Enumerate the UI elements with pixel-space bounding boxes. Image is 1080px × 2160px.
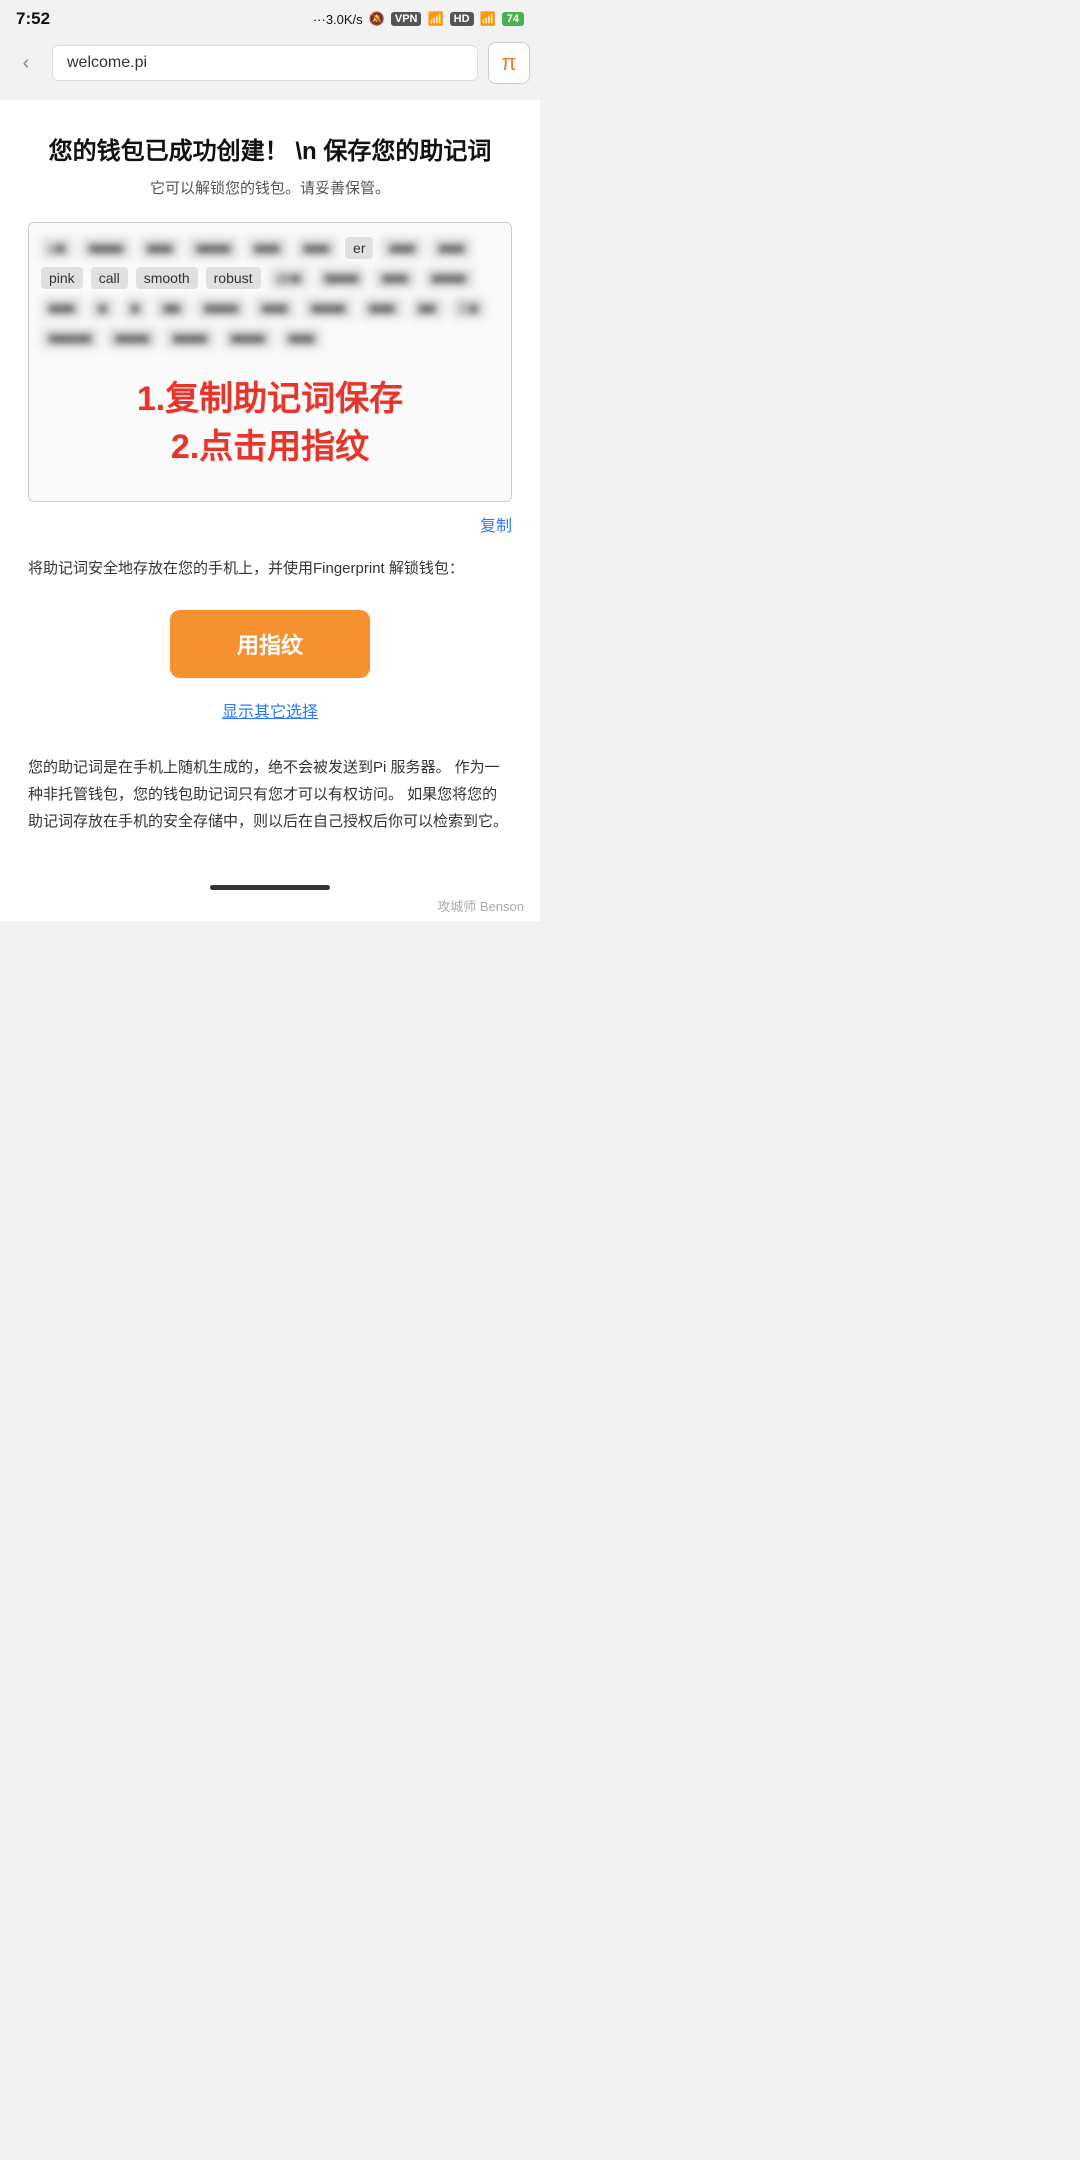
instruction-line-2: 2.点击用指纹	[39, 424, 501, 472]
mnemonic-word: ■■■■■	[41, 327, 99, 349]
page-title: 您的钱包已成功创建！ \n 保存您的助记词	[28, 136, 512, 167]
page-content: 您的钱包已成功创建！ \n 保存您的助记词 它可以解锁您的钱包。请妥善保管。 e…	[0, 100, 540, 875]
mnemonic-word: pink	[41, 267, 83, 289]
mnemonic-word: ■■■	[361, 297, 402, 319]
mute-icon: 🔕	[369, 11, 385, 27]
back-icon: ‹	[23, 52, 30, 75]
mnemonic-word: robust	[206, 267, 261, 289]
mnemonic-word: ■■■	[296, 237, 337, 259]
mnemonic-word: smooth	[136, 267, 198, 289]
copy-link[interactable]: 复制	[480, 518, 512, 535]
show-options-link-container: 显示其它选择	[28, 698, 512, 722]
mnemonic-word: e■	[41, 237, 73, 259]
mnemonic-word: ■■■	[246, 237, 287, 259]
mnemonic-word: de■	[269, 267, 309, 289]
status-right: ···3.0K/s 🔕 VPN 📶 HD 📶 74	[313, 11, 524, 27]
mnemonic-word: call	[91, 267, 128, 289]
status-time: 7:52	[16, 9, 50, 29]
mnemonic-word: C■	[452, 297, 487, 319]
battery-indicator: 74	[502, 12, 524, 26]
home-indicator	[210, 885, 330, 890]
mnemonic-word: ■■■	[374, 267, 415, 289]
mnemonic-word: ■■■■	[196, 297, 246, 319]
mnemonic-overlay: 1.复制助记词保存 2.点击用指纹	[29, 356, 511, 501]
page-subtitle: 它可以解锁您的钱包。请妥善保管。	[28, 177, 512, 198]
status-bar: 7:52 ···3.0K/s 🔕 VPN 📶 HD 📶 74	[0, 0, 540, 36]
mnemonic-word: ■	[90, 297, 114, 319]
fingerprint-button[interactable]: 用指纹	[170, 610, 370, 678]
address-bar: ‹ π	[0, 36, 540, 90]
mnemonic-word: ■■	[411, 297, 444, 319]
mnemonic-box[interactable]: e■■■■■■■■■■■■■■■■■■er■■■■■■pinkcallsmoot…	[28, 222, 512, 502]
vpn-badge: VPN	[391, 12, 422, 26]
show-options-link[interactable]: 显示其它选择	[222, 704, 318, 721]
mnemonic-word: er	[345, 237, 373, 259]
mnemonic-word: ■■■	[41, 297, 82, 319]
mnemonic-word: ■	[123, 297, 147, 319]
mnemonic-word: ■■■■	[81, 237, 131, 259]
pi-icon: π	[501, 50, 516, 76]
hd-badge: HD	[450, 12, 474, 26]
signal-bars-1: 📶	[427, 11, 443, 27]
mnemonic-word: ■■■	[139, 237, 180, 259]
mnemonic-word: ■■■■	[424, 267, 474, 289]
fingerprint-description: 将助记词安全地存放在您的手机上，并使用Fingerprint 解锁钱包：	[28, 556, 512, 582]
mnemonic-word: ■■	[155, 297, 188, 319]
mnemonic-word: ■■■	[281, 327, 322, 349]
signal-bars-2: 📶	[480, 11, 496, 27]
mnemonic-word: ■■■	[431, 237, 472, 259]
bottom-bar: 攻城师 Benson	[0, 875, 540, 921]
mnemonic-word: ■■■■	[303, 297, 353, 319]
mnemonic-word: ■■■■	[223, 327, 273, 349]
network-speed: ···3.0K/s	[313, 12, 363, 27]
back-button[interactable]: ‹	[10, 47, 42, 79]
instruction-line-1: 1.复制助记词保存	[39, 376, 501, 424]
pi-icon-button[interactable]: π	[488, 42, 530, 84]
mnemonic-word: ■■■	[381, 237, 422, 259]
bottom-description: 您的助记词是在手机上随机生成的，绝不会被发送到Pi 服务器。 作为一种非托管钱包…	[28, 754, 512, 835]
mnemonic-word: ■■■■	[165, 327, 215, 349]
mnemonic-word: ■■■■	[317, 267, 367, 289]
mnemonic-word: ■■■	[254, 297, 295, 319]
mnemonic-word: ■■■■	[107, 327, 157, 349]
mnemonic-word: ■■■■	[188, 237, 238, 259]
copy-link-container: 复制	[28, 512, 512, 536]
mnemonic-words: e■■■■■■■■■■■■■■■■■■er■■■■■■pinkcallsmoot…	[41, 237, 499, 349]
url-input[interactable]	[52, 45, 478, 81]
watermark: 攻城师 Benson	[0, 896, 540, 915]
